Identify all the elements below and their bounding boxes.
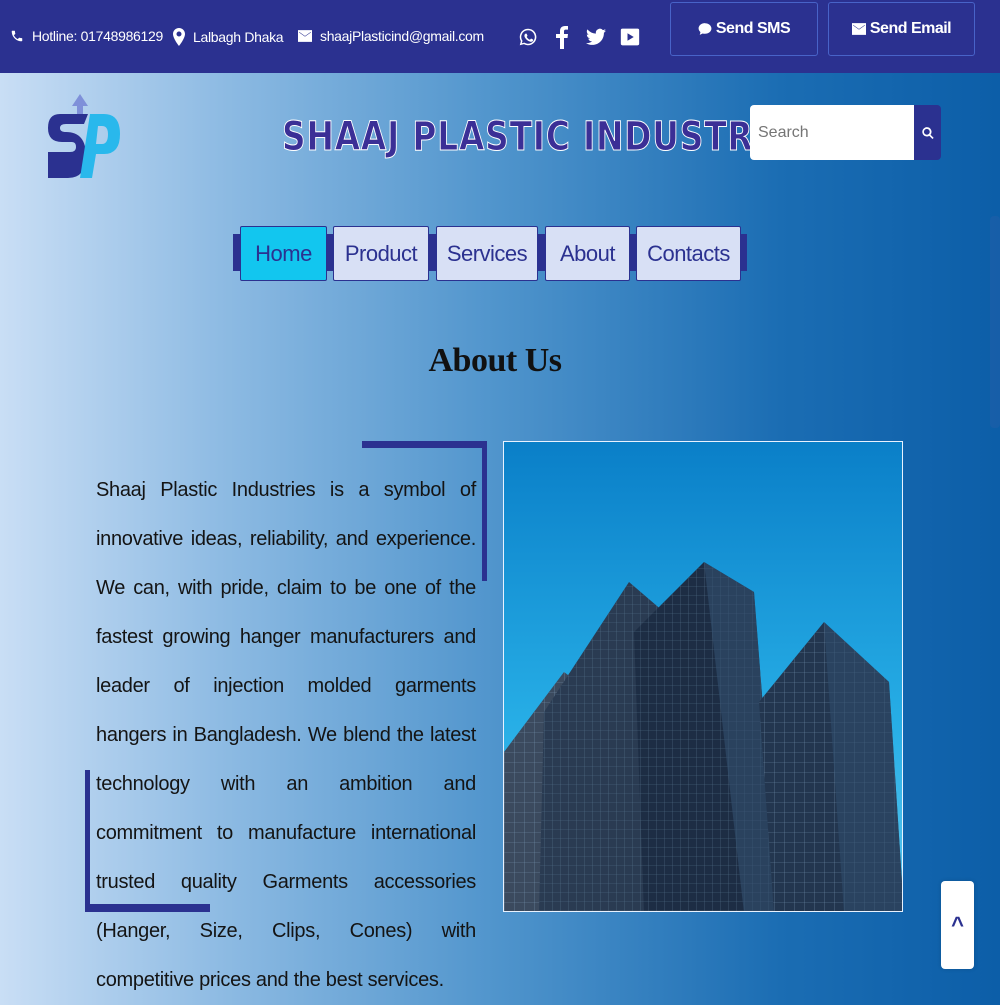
scroll-to-top-button[interactable]: ^ bbox=[941, 881, 974, 969]
send-sms-label: Send SMS bbox=[715, 20, 791, 37]
youtube-icon[interactable] bbox=[620, 24, 640, 50]
nav-about[interactable]: About bbox=[545, 226, 630, 281]
whatsapp-icon[interactable] bbox=[518, 24, 538, 50]
location: Lalbagh Dhaka bbox=[173, 28, 284, 46]
search-icon bbox=[921, 126, 934, 139]
about-title: About Us bbox=[428, 342, 562, 379]
search-box bbox=[750, 105, 941, 160]
nav-product[interactable]: Product bbox=[333, 226, 429, 281]
decorative-frame-corner bbox=[85, 770, 90, 912]
envelope-icon bbox=[851, 23, 866, 35]
send-email-button[interactable]: Send Email bbox=[828, 2, 975, 56]
email-contact[interactable]: shaajPlasticind@gmail.com bbox=[298, 28, 484, 44]
scrollbar[interactable] bbox=[990, 216, 1000, 428]
company-logo[interactable] bbox=[46, 92, 122, 182]
decorative-frame-corner bbox=[482, 441, 487, 581]
top-bar: Hotline: 01748986129 Lalbagh Dhaka shaaj… bbox=[0, 0, 1000, 73]
location-text: Lalbagh Dhaka bbox=[193, 29, 284, 45]
decorative-frame-corner bbox=[362, 441, 487, 448]
email-text: shaajPlasticind@gmail.com bbox=[320, 28, 484, 44]
brand-title: SHAAJ PLASTIC INDUSTRIES bbox=[282, 114, 815, 161]
facebook-icon[interactable] bbox=[552, 24, 572, 50]
chat-bubble-icon bbox=[698, 23, 712, 35]
search-input[interactable] bbox=[750, 105, 914, 160]
hotline[interactable]: Hotline: 01748986129 bbox=[10, 28, 163, 44]
map-pin-icon bbox=[173, 28, 185, 46]
send-sms-button[interactable]: Send SMS bbox=[670, 2, 818, 56]
chevron-up-icon: ^ bbox=[951, 912, 964, 937]
phone-icon bbox=[11, 30, 23, 42]
nav-services[interactable]: Services bbox=[436, 226, 538, 281]
nav-contacts[interactable]: Contacts bbox=[636, 226, 741, 281]
building-image bbox=[503, 441, 903, 912]
search-button[interactable] bbox=[914, 105, 941, 160]
social-links bbox=[518, 24, 640, 50]
envelope-icon bbox=[298, 30, 312, 42]
send-email-label: Send Email bbox=[869, 20, 952, 37]
about-body: Shaaj Plastic Industries is a symbol of … bbox=[96, 479, 476, 991]
nav-home[interactable]: Home bbox=[240, 226, 327, 281]
hotline-text: Hotline: 01748986129 bbox=[32, 28, 164, 44]
twitter-icon[interactable] bbox=[586, 24, 606, 50]
